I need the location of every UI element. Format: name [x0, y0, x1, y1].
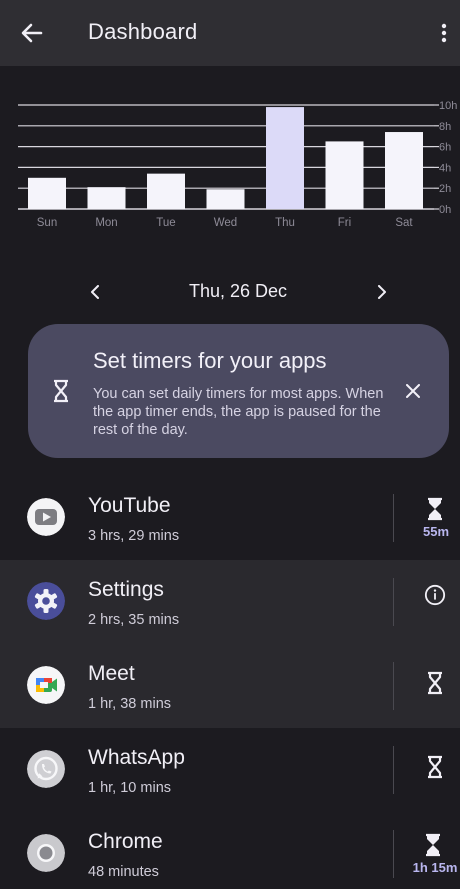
app-row-settings[interactable]: Settings 2 hrs, 35 mins: [0, 560, 460, 644]
hourglass-icon: [428, 755, 442, 779]
usage-chart: 0h 2h 4h 6h 8h 10h Sun Mon Tue Wed Thu Fri Sat: [0, 92, 460, 242]
back-button[interactable]: [14, 17, 50, 49]
app-row-whatsapp[interactable]: WhatsApp 1 hr, 10 mins: [0, 728, 460, 812]
y-tick-label: 8h: [439, 121, 451, 133]
app-usage-time: 3 hrs, 29 mins: [88, 528, 180, 544]
hourglass-icon: [428, 671, 442, 695]
whatsapp-app-icon: [27, 750, 65, 788]
youtube-app-icon: [27, 498, 65, 536]
x-tick-label: Wed: [214, 217, 237, 229]
x-tick-label: Mon: [95, 217, 117, 229]
close-icon: [406, 384, 420, 398]
date-navigator: Thu, 26 Dec: [0, 274, 460, 308]
app-usage-time: 2 hrs, 35 mins: [88, 612, 180, 628]
app-timer-button[interactable]: 1h 15m: [410, 830, 460, 882]
y-tick-label: 10h: [439, 100, 457, 112]
y-tick-label: 4h: [439, 162, 451, 174]
chart-bar: [385, 132, 423, 209]
x-tick-label: Thu: [275, 217, 295, 229]
dismiss-card-button[interactable]: [400, 378, 426, 404]
chart-bar: [325, 141, 364, 209]
app-usage-time: 1 hr, 10 mins: [88, 780, 172, 796]
y-tick-label: 6h: [439, 142, 451, 154]
timer-limit-label: 55m: [422, 524, 450, 539]
app-timer-card[interactable]: Set timers for your apps You can set dai…: [28, 324, 449, 458]
app-name: Settings: [88, 578, 164, 601]
more-vert-icon: [441, 23, 447, 43]
page-title: Dashboard: [88, 19, 198, 44]
hourglass-filled-icon: [428, 497, 442, 521]
x-tick-label: Sun: [37, 217, 57, 229]
next-day-button[interactable]: [368, 278, 396, 306]
x-tick-label: Sat: [395, 217, 413, 229]
app-info-button[interactable]: [412, 578, 460, 630]
app-name: YouTube: [88, 494, 171, 517]
app-name: WhatsApp: [88, 746, 185, 769]
app-row-youtube[interactable]: YouTube 3 hrs, 29 mins 55m: [0, 476, 460, 560]
chart-bar: [28, 177, 66, 209]
app-name: Chrome: [88, 830, 163, 853]
chart-bar: [87, 187, 126, 209]
card-description: You can set daily timers for most apps. …: [93, 386, 384, 438]
y-tick-label: 0h: [439, 204, 451, 216]
row-divider: [393, 662, 394, 710]
hourglass-icon: [54, 379, 68, 403]
timer-limit-label: 1h 15m: [412, 860, 458, 875]
arrow-left-icon: [21, 23, 43, 43]
chart-bar-selected: [266, 107, 304, 209]
x-tick-label: Tue: [156, 217, 175, 229]
row-divider: [393, 494, 394, 542]
row-divider: [393, 746, 394, 794]
x-tick-label: Fri: [338, 217, 351, 229]
app-name: Meet: [88, 662, 135, 685]
app-timer-button[interactable]: 55m: [412, 494, 460, 546]
app-usage-time: 48 minutes: [88, 864, 159, 880]
app-usage-time: 1 hr, 38 mins: [88, 696, 172, 712]
app-row-meet[interactable]: Meet 1 hr, 38 mins: [0, 644, 460, 728]
chart-bar: [147, 173, 185, 209]
info-icon: [424, 584, 446, 606]
y-tick-label: 2h: [439, 183, 451, 195]
chart-bar: [206, 189, 245, 209]
usage-bar-chart: 0h 2h 4h 6h 8h 10h Sun Mon Tue Wed Thu Fri Sat: [18, 100, 457, 229]
hourglass-filled-icon: [426, 833, 440, 857]
meet-app-icon: [27, 666, 65, 704]
app-usage-list: YouTube 3 hrs, 29 mins 55m Settings 2 hr…: [0, 476, 460, 889]
app-timer-button[interactable]: [412, 662, 460, 714]
row-divider: [393, 578, 394, 626]
card-title: Set timers for your apps: [93, 348, 327, 373]
top-app-bar: Dashboard: [0, 0, 460, 66]
settings-app-icon: [27, 582, 65, 620]
chrome-app-icon: [27, 834, 65, 872]
more-options-button[interactable]: [432, 17, 456, 49]
app-row-chrome[interactable]: Chrome 48 minutes 1h 15m: [0, 812, 460, 889]
app-timer-button[interactable]: [412, 746, 460, 798]
chevron-right-icon: [378, 285, 386, 299]
row-divider: [393, 830, 394, 878]
